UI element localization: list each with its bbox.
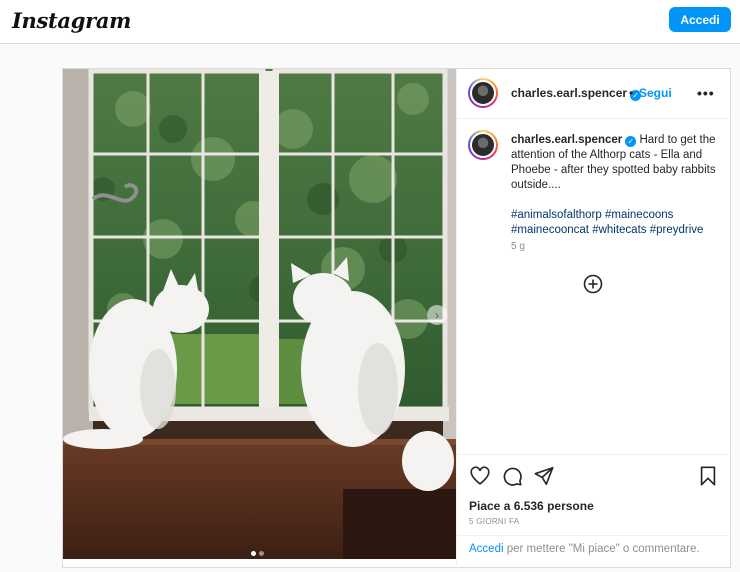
post-photo[interactable]: › bbox=[63, 69, 456, 559]
cats-window-image bbox=[63, 69, 456, 559]
post-header: charles.earl.spencer ✓ • Segui ••• bbox=[457, 69, 732, 119]
caption-avatar[interactable] bbox=[468, 130, 498, 160]
post-timestamp: 5 GIORNI FA bbox=[469, 517, 520, 526]
follow-button[interactable]: Segui bbox=[639, 86, 672, 100]
post-card: › charles.earl.spencer ✓ • Segui ••• char… bbox=[62, 68, 732, 572]
heart-icon[interactable] bbox=[469, 465, 491, 487]
login-link[interactable]: Accedi bbox=[469, 543, 504, 555]
next-slide-icon[interactable]: › bbox=[427, 305, 447, 325]
add-comment-icon[interactable] bbox=[583, 274, 603, 294]
separator-dot: • bbox=[629, 86, 634, 100]
comment-icon[interactable] bbox=[501, 465, 523, 487]
login-button[interactable]: Accedi bbox=[669, 7, 731, 32]
caption-age: 5 g bbox=[511, 241, 525, 252]
login-prompt: Accedi per mettere "Mi piace" o commenta… bbox=[457, 535, 732, 562]
carousel-dot bbox=[259, 551, 264, 556]
share-icon[interactable] bbox=[533, 465, 555, 487]
caption-hashtags[interactable]: #animalsofalthorp #mainecoons #mainecoon… bbox=[511, 208, 719, 238]
post-actions: Piace a 6.536 persone 5 GIORNI FA Accedi… bbox=[457, 454, 732, 572]
bookmark-icon[interactable] bbox=[697, 465, 719, 487]
author-username[interactable]: charles.earl.spencer ✓ bbox=[511, 86, 642, 101]
carousel-dot-active bbox=[251, 551, 256, 556]
author-username-text[interactable]: charles.earl.spencer bbox=[511, 86, 627, 100]
avatar[interactable] bbox=[468, 78, 498, 108]
carousel-indicator bbox=[251, 543, 267, 559]
login-prompt-text: per mettere "Mi piace" o commentare. bbox=[503, 543, 700, 555]
verified-badge-icon: ✓ bbox=[625, 136, 637, 147]
post-caption: charles.earl.spencer ✓ Hard to get the at… bbox=[511, 133, 719, 238]
like-count[interactable]: Piace a 6.536 persone bbox=[469, 499, 594, 513]
post-sidebar: charles.earl.spencer ✓ • Segui ••• charle… bbox=[456, 69, 732, 572]
caption-username[interactable]: charles.earl.spencer bbox=[511, 134, 622, 146]
top-bar: Instagram Accedi bbox=[0, 0, 740, 44]
instagram-logo[interactable]: Instagram bbox=[12, 8, 131, 33]
more-options-icon[interactable]: ••• bbox=[697, 85, 715, 101]
